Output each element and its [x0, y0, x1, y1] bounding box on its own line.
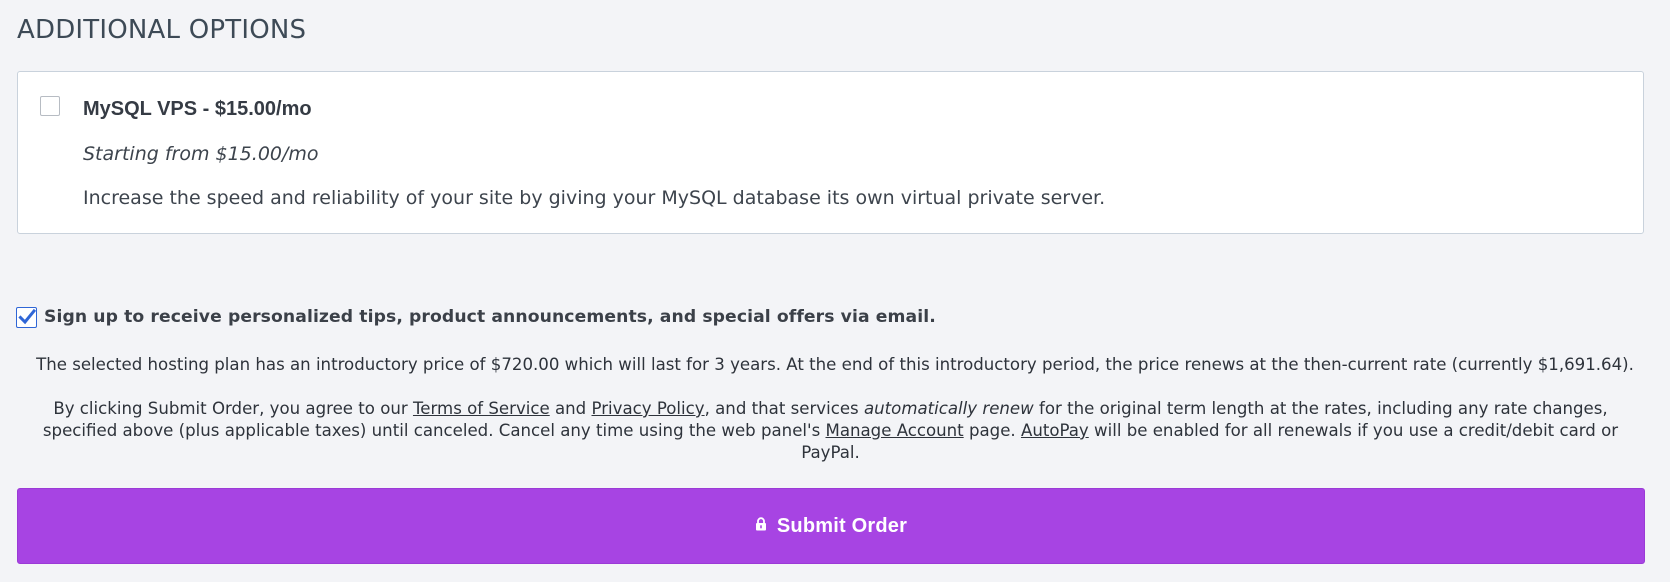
section-title: ADDITIONAL OPTIONS [17, 15, 307, 45]
addon-starting-price: Starting from $15.00/mo [83, 143, 319, 165]
terms-text: and [549, 399, 592, 418]
submit-order-button[interactable]: Submit Order [17, 488, 1645, 564]
submit-order-label: Submit Order [776, 514, 908, 537]
terms-notice: By clicking Submit Order, you agree to o… [17, 398, 1644, 464]
addon-checkbox[interactable] [40, 96, 60, 116]
email-signup-label[interactable]: Sign up to receive personalized tips, pr… [44, 307, 936, 327]
intro-price-notice: The selected hosting plan has an introdu… [36, 355, 1634, 374]
terms-text: By clicking Submit Order, you agree to o… [53, 399, 413, 418]
addon-card-mysql-vps[interactable]: MySQL VPS - $15.00/mo Starting from $15.… [17, 71, 1644, 234]
auto-renew-text: automatically renew [863, 399, 1034, 418]
lock-icon [755, 516, 767, 536]
checkmark-icon [18, 308, 36, 324]
terms-text: , and that services [704, 399, 864, 418]
checkout-options: ADDITIONAL OPTIONS MySQL VPS - $15.00/mo… [0, 0, 1670, 582]
terms-text: page. [963, 421, 1021, 440]
autopay-link[interactable]: AutoPay [1021, 421, 1089, 440]
email-signup-checkbox[interactable] [16, 306, 37, 328]
addon-description: Increase the speed and reliability of yo… [83, 187, 1106, 209]
privacy-policy-link[interactable]: Privacy Policy [592, 399, 705, 418]
addon-title: MySQL VPS - $15.00/mo [83, 98, 312, 120]
email-signup-row[interactable]: Sign up to receive personalized tips, pr… [16, 306, 936, 328]
manage-account-link[interactable]: Manage Account [826, 421, 964, 440]
terms-of-service-link[interactable]: Terms of Service [413, 399, 550, 418]
